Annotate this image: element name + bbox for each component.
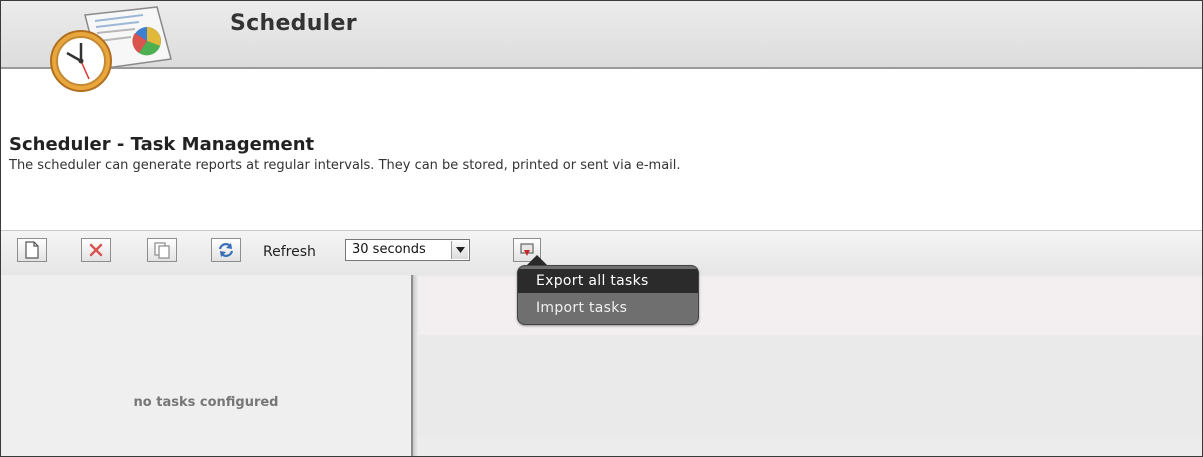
copy-icon (154, 242, 170, 259)
copy-task-button[interactable] (147, 238, 177, 262)
section-description: The scheduler can generate reports at re… (9, 158, 681, 173)
header-bar: Scheduler (1, 1, 1202, 69)
chevron-down-icon[interactable] (451, 241, 468, 259)
scheduler-window: Scheduler Scheduler - Task Management Th… (0, 0, 1203, 457)
refresh-label: Refresh (263, 244, 316, 260)
refresh-button[interactable] (211, 238, 241, 262)
new-task-button[interactable] (17, 238, 47, 262)
menu-item-import-tasks[interactable]: Import tasks (518, 296, 698, 320)
task-list-panel: no tasks configured (1, 275, 413, 456)
new-document-icon (25, 241, 39, 259)
delete-task-button[interactable] (81, 238, 111, 262)
section-title: Scheduler - Task Management (9, 134, 315, 155)
clock-report-icon (50, 6, 172, 92)
refresh-interval-value: 30 seconds (352, 242, 426, 257)
import-export-menu: Export all tasks Import tasks (517, 265, 699, 325)
details-row (419, 335, 1202, 437)
empty-task-list-message: no tasks configured (133, 395, 279, 410)
menu-item-export-all-tasks[interactable]: Export all tasks (518, 269, 698, 293)
page-title: Scheduler (230, 11, 357, 36)
refresh-icon (218, 243, 234, 257)
refresh-interval-select[interactable]: 30 seconds (345, 239, 470, 261)
delete-x-icon (89, 243, 103, 257)
